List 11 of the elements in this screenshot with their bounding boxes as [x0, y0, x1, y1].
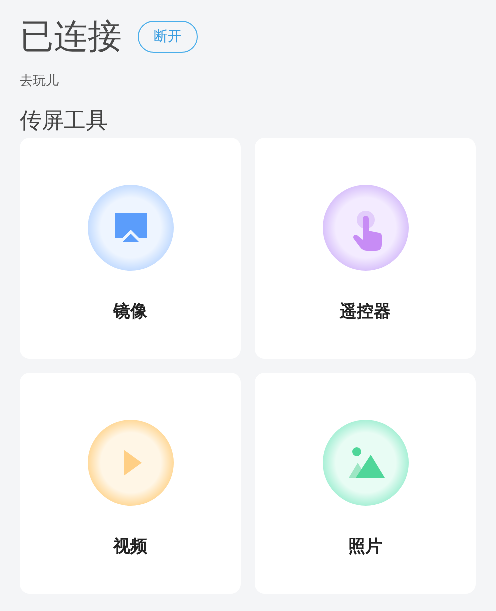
tool-card[interactable]: 镜像	[20, 138, 241, 359]
play-icon	[86, 418, 176, 508]
tool-card[interactable]: 照片	[255, 373, 476, 594]
tool-card[interactable]: 视频	[20, 373, 241, 594]
image-icon	[320, 418, 410, 508]
pointing-hand-icon	[320, 183, 410, 273]
screen-cast-icon	[86, 183, 176, 273]
section-title: 传屏工具	[20, 108, 109, 136]
tool-card[interactable]: 遥控器	[255, 138, 476, 359]
subtitle: 去玩儿	[20, 73, 60, 90]
connection-status: 已连接	[20, 16, 122, 59]
